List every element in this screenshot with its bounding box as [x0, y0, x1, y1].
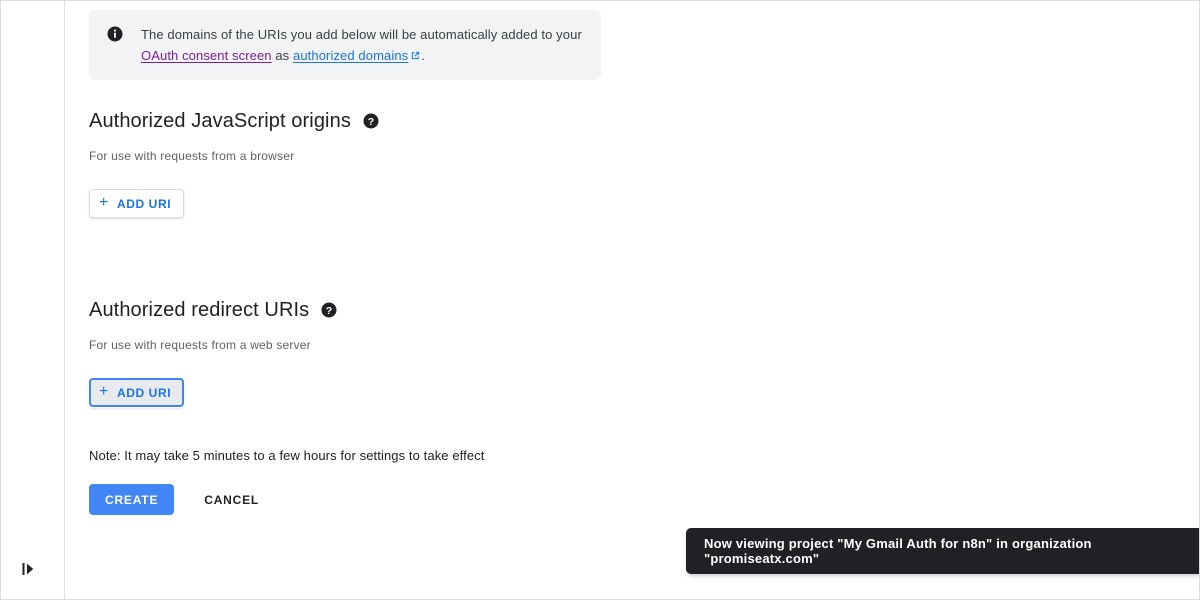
main-content: The domains of the URIs you add below wi…: [66, 1, 1199, 599]
info-banner: The domains of the URIs you add below wi…: [89, 10, 601, 80]
section-heading-row: Authorized redirect URIs ?: [89, 296, 337, 324]
add-uri-button-origins[interactable]: + ADD URI: [89, 189, 185, 218]
section-title: Authorized redirect URIs: [89, 298, 310, 321]
add-uri-button-redirect[interactable]: + ADD URI: [89, 378, 185, 407]
add-uri-button-label: ADD URI: [116, 385, 172, 400]
info-text-part-2: as: [271, 48, 293, 63]
section-heading-row: Authorized JavaScript origins ?: [89, 107, 379, 135]
authorized-domains-link[interactable]: authorized domains: [293, 48, 408, 63]
section-subtitle: For use with requests from a browser: [89, 149, 295, 163]
add-uri-button-label: ADD URI: [116, 196, 172, 211]
info-text-part-3: .: [421, 48, 425, 63]
info-banner-text: The domains of the URIs you add below wi…: [141, 24, 585, 66]
info-icon: [107, 26, 123, 42]
svg-text:?: ?: [368, 116, 374, 128]
left-rail: [1, 1, 65, 599]
settings-note: Note: It may take 5 minutes to a few hou…: [89, 448, 485, 463]
section-authorized-redirect-uris: Authorized redirect URIs ? For use with …: [89, 296, 337, 407]
svg-text:?: ?: [326, 305, 332, 317]
oauth-consent-screen-link[interactable]: OAuth consent screen: [141, 48, 272, 63]
section-title: Authorized JavaScript origins: [89, 109, 351, 132]
cancel-button[interactable]: CANCEL: [188, 484, 275, 515]
expand-panel-icon: [20, 560, 38, 583]
external-link-icon: [410, 50, 421, 61]
app-viewport: The domains of the URIs you add below wi…: [0, 0, 1200, 600]
help-icon[interactable]: ?: [321, 302, 337, 318]
form-actions: CREATE CANCEL: [89, 484, 275, 515]
create-button[interactable]: CREATE: [89, 484, 175, 515]
info-text-part-1: The domains of the URIs you add below wi…: [141, 27, 582, 42]
expand-panel-button[interactable]: [11, 553, 47, 589]
plus-icon: +: [99, 382, 109, 400]
snackbar: Now viewing project "My Gmail Auth for n…: [686, 528, 1199, 574]
section-subtitle: For use with requests from a web server: [89, 338, 311, 352]
help-icon[interactable]: ?: [363, 113, 379, 129]
plus-icon: +: [99, 193, 109, 211]
snackbar-message: Now viewing project "My Gmail Auth for n…: [704, 536, 1092, 566]
authorized-domains-link-label: authorized domains: [293, 48, 409, 63]
section-authorized-javascript-origins: Authorized JavaScript origins ? For use …: [89, 107, 379, 218]
